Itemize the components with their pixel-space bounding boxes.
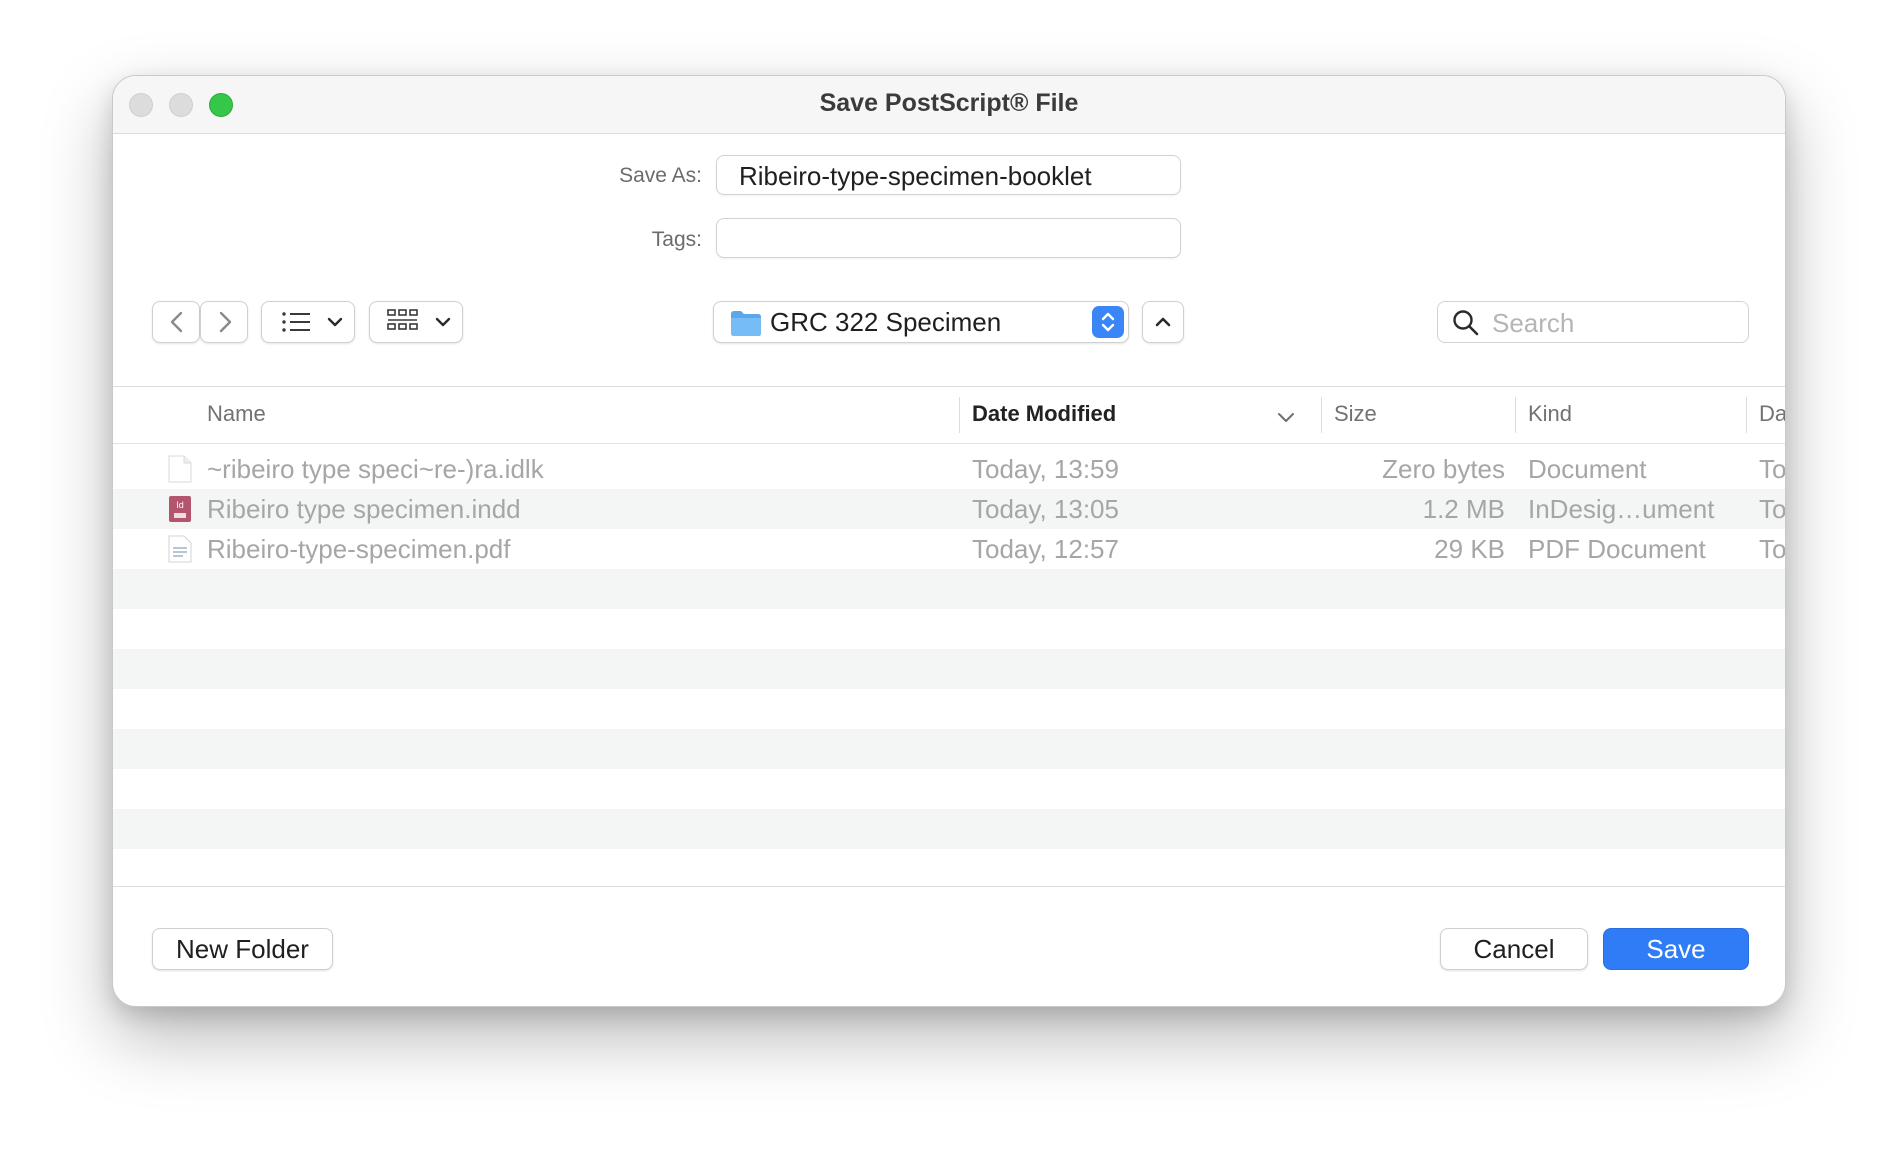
list-view-icon (282, 312, 310, 332)
chevron-right-icon (219, 311, 232, 333)
save-as-label: Save As: (619, 164, 702, 187)
empty-row (113, 569, 1785, 609)
file-date-added: To (1759, 494, 1785, 524)
file-date: Today, 12:57 (972, 534, 1119, 564)
column-kind[interactable]: Kind (1528, 401, 1572, 427)
file-kind: Document (1528, 454, 1647, 484)
table-row[interactable]: Ribeiro-type-specimen.pdf Today, 12:57 2… (113, 529, 1785, 569)
generic-document-icon (168, 455, 192, 483)
search-icon (1453, 310, 1479, 336)
tags-label: Tags: (651, 228, 702, 251)
title-bar: Save PostScript® File (113, 76, 1785, 134)
empty-row (113, 809, 1785, 849)
cancel-button[interactable]: Cancel (1440, 928, 1588, 970)
file-name: ~ribeiro type speci~re-)ra.idlk (207, 454, 544, 484)
chevron-up-icon (1155, 317, 1171, 327)
file-list: Name Date Modified Size Kind Da ~ribeiro… (113, 386, 1785, 897)
list-view-button[interactable] (261, 301, 355, 343)
column-separator[interactable] (959, 397, 960, 433)
chevron-down-icon (435, 317, 451, 327)
save-as-field[interactable]: Ribeiro-type-specimen-booklet (716, 155, 1181, 195)
file-date: Today, 13:59 (972, 454, 1119, 484)
file-date-added: To (1759, 534, 1785, 564)
window-title: Save PostScript® File (819, 89, 1079, 117)
empty-row (113, 689, 1785, 729)
file-date: Today, 13:05 (972, 494, 1119, 524)
empty-row (113, 729, 1785, 769)
file-name: Ribeiro type specimen.indd (207, 494, 521, 524)
column-date-added[interactable]: Da (1759, 401, 1785, 427)
column-date-modified[interactable]: Date Modified (972, 401, 1116, 427)
location-popup[interactable]: GRC 322 Specimen (713, 301, 1129, 343)
search-placeholder: Search (1492, 308, 1575, 338)
folder-icon (731, 311, 761, 336)
file-kind: PDF Document (1528, 534, 1706, 564)
column-size[interactable]: Size (1334, 401, 1377, 427)
empty-row (113, 649, 1785, 689)
column-separator[interactable] (1746, 397, 1747, 433)
table-row[interactable]: ~ribeiro type speci~re-)ra.idlk Today, 1… (113, 449, 1785, 489)
table-row[interactable]: Id Ribeiro type specimen.indd Today, 13:… (113, 489, 1785, 529)
pdf-document-icon (168, 535, 192, 563)
save-button[interactable]: Save (1603, 928, 1749, 970)
sort-chevron-down-icon (1278, 413, 1294, 422)
empty-row (113, 609, 1785, 649)
gallery-view-icon (387, 309, 418, 330)
column-header-row: Name Date Modified Size Kind Da (113, 387, 1785, 444)
column-separator[interactable] (1321, 397, 1322, 433)
column-separator[interactable] (1515, 397, 1516, 433)
indesign-document-icon: Id (168, 495, 192, 523)
collapse-button[interactable] (1142, 301, 1184, 343)
save-dialog-window: Save PostScript® File Save As: Ribeiro-t… (112, 75, 1786, 1007)
stepper-icon (1092, 306, 1124, 338)
back-button[interactable] (152, 301, 200, 343)
file-size: Zero bytes (1382, 454, 1505, 484)
file-size: 1.2 MB (1422, 494, 1505, 524)
location-label: GRC 322 Specimen (770, 307, 1002, 337)
empty-row (113, 849, 1785, 889)
file-name: Ribeiro-type-specimen.pdf (207, 534, 511, 564)
chevron-left-icon (170, 311, 183, 333)
tags-field[interactable] (716, 218, 1181, 258)
new-folder-button[interactable]: New Folder (152, 928, 333, 970)
empty-row (113, 769, 1785, 809)
file-kind: InDesig…ument (1528, 494, 1715, 524)
gallery-view-button[interactable] (369, 301, 463, 343)
search-field[interactable]: Search (1437, 301, 1749, 343)
footer-divider (113, 886, 1785, 887)
file-date-added: To (1759, 454, 1785, 484)
column-name[interactable]: Name (207, 401, 266, 427)
forward-button[interactable] (200, 301, 248, 343)
file-size: 29 KB (1434, 534, 1505, 564)
chevron-down-icon (327, 317, 343, 327)
svg-text:Id: Id (176, 500, 184, 510)
